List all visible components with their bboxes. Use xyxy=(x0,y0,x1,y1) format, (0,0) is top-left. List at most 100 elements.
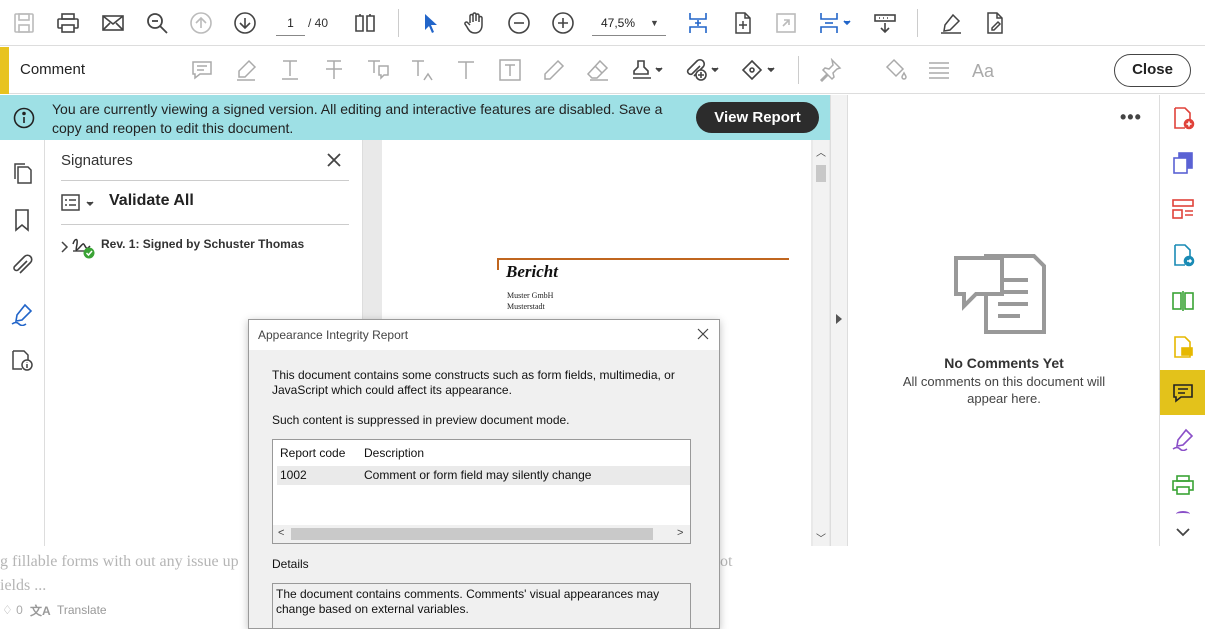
comment-icon[interactable] xyxy=(1171,381,1195,405)
dialog-description: This document contains some constructs s… xyxy=(272,368,675,397)
info-icon xyxy=(13,107,35,129)
comment-accent xyxy=(0,47,9,94)
horizontal-scrollbar[interactable]: < > xyxy=(273,525,690,543)
scroll-mode-icon[interactable] xyxy=(873,11,897,35)
close-icon[interactable] xyxy=(696,327,710,341)
column-header-code[interactable]: Report code xyxy=(280,446,345,460)
close-icon[interactable] xyxy=(325,151,343,169)
signatures-panel-title: Signatures xyxy=(61,152,133,169)
compare-files-icon[interactable] xyxy=(1171,289,1195,313)
signature-panel-icon[interactable] xyxy=(10,302,34,326)
options-menu-icon[interactable] xyxy=(61,193,97,213)
replace-text-icon[interactable] xyxy=(366,58,390,82)
bookmark-icon[interactable] xyxy=(10,208,34,232)
details-label: Details xyxy=(272,557,309,571)
select-arrow-icon[interactable] xyxy=(419,11,443,35)
fit-page-icon[interactable] xyxy=(686,11,710,35)
font-size-icon[interactable]: Aa xyxy=(971,58,999,82)
page-up-icon[interactable] xyxy=(189,11,213,35)
pencil-icon[interactable] xyxy=(542,58,566,82)
details-textbox[interactable]: The document contains comments. Comments… xyxy=(272,583,691,628)
organize-pages-icon[interactable] xyxy=(1171,197,1195,221)
edit-pdf-icon[interactable] xyxy=(983,11,1007,35)
scrollbar-thumb[interactable] xyxy=(816,165,826,182)
signature-revision-item[interactable]: Rev. 1: Signed by Schuster Thomas xyxy=(101,237,304,251)
no-comments-icon xyxy=(952,252,1048,336)
zoom-in-icon[interactable] xyxy=(551,11,575,35)
strikethrough-icon[interactable] xyxy=(322,58,346,82)
rotate-icon[interactable] xyxy=(730,11,754,35)
page-number-input[interactable]: 1 xyxy=(276,12,305,36)
scroll-right-icon[interactable]: > xyxy=(677,527,683,539)
print-icon[interactable] xyxy=(56,11,80,35)
page-down-icon[interactable] xyxy=(233,11,257,35)
report-table[interactable]: Report code Description 1002 Comment or … xyxy=(272,439,691,544)
table-row[interactable]: 1002 Comment or form field may silently … xyxy=(277,466,690,485)
save-icon[interactable] xyxy=(12,11,36,35)
appearance-integrity-dialog: Appearance Integrity Report This documen… xyxy=(248,319,720,629)
comments-panel: ••• No Comments Yet All comments on this… xyxy=(849,95,1159,546)
underline-text-icon[interactable] xyxy=(278,58,302,82)
dialog-titlebar: Appearance Integrity Report xyxy=(249,320,719,350)
svg-text:Aa: Aa xyxy=(972,61,995,81)
insert-text-icon[interactable] xyxy=(410,58,434,82)
chevron-down-icon: ▼ xyxy=(650,18,659,28)
combine-files-icon[interactable] xyxy=(1171,151,1195,175)
add-comment-file-icon[interactable] xyxy=(1171,335,1195,359)
highlight-icon[interactable] xyxy=(234,58,258,82)
dialog-note: Such content is suppressed in preview do… xyxy=(272,413,570,427)
scrollbar-thumb[interactable] xyxy=(291,528,653,540)
signed-version-banner: You are currently viewing a signed versi… xyxy=(0,95,830,140)
report-code-cell: 1002 xyxy=(280,468,307,482)
fill-color-icon[interactable] xyxy=(884,58,908,82)
scroll-down-icon[interactable]: ﹀ xyxy=(816,530,826,545)
column-header-description[interactable]: Description xyxy=(364,446,424,460)
chevron-right-icon xyxy=(835,313,843,325)
hand-icon[interactable] xyxy=(463,11,487,35)
zoom-out-icon[interactable] xyxy=(507,11,531,35)
line-weight-icon[interactable] xyxy=(927,58,951,82)
attach-file-icon[interactable] xyxy=(684,58,720,82)
security-info-icon[interactable] xyxy=(10,348,34,372)
description-cell: Comment or form field may silently chang… xyxy=(364,468,592,482)
main-toolbar: 1 / 40 47,5% ▼ xyxy=(0,0,1205,46)
zoom-search-icon[interactable] xyxy=(145,11,169,35)
page-thumbnails-icon[interactable] xyxy=(10,161,34,185)
shapes-icon[interactable] xyxy=(740,58,776,82)
validate-all-button[interactable]: Validate All xyxy=(109,192,194,210)
zoom-level-select[interactable]: 47,5% ▼ xyxy=(592,12,666,36)
translate-link[interactable]: Translate xyxy=(57,603,107,617)
document-company: Muster GmbH xyxy=(507,291,554,300)
view-report-button[interactable]: View Report xyxy=(696,102,819,133)
more-options-icon[interactable]: ••• xyxy=(1120,107,1142,127)
email-icon[interactable] xyxy=(101,11,125,35)
zoom-level-value: 47,5% xyxy=(601,16,636,30)
text-box-icon[interactable] xyxy=(498,58,522,82)
chevron-down-icon[interactable] xyxy=(1171,521,1195,537)
close-button[interactable]: Close xyxy=(1114,54,1191,87)
fullscreen-icon[interactable] xyxy=(774,11,798,35)
eraser-icon[interactable] xyxy=(586,58,610,82)
export-pdf-icon[interactable] xyxy=(1171,243,1195,267)
pin-icon[interactable] xyxy=(818,58,842,82)
scroll-left-icon[interactable]: < xyxy=(278,527,284,539)
sign-icon[interactable] xyxy=(939,11,963,35)
page-view-icon[interactable] xyxy=(353,11,377,35)
document-heading: Bericht xyxy=(506,262,558,281)
create-pdf-icon[interactable] xyxy=(1171,106,1195,130)
text-comment-icon[interactable] xyxy=(454,58,478,82)
fill-sign-icon[interactable] xyxy=(1171,427,1195,451)
panel-collapse-handle[interactable] xyxy=(830,95,848,546)
like-count[interactable]: ♢ 0 xyxy=(2,603,23,617)
left-navigation-rail xyxy=(0,140,45,546)
scroll-up-icon[interactable]: ︿ xyxy=(816,144,826,159)
stamp-icon[interactable] xyxy=(630,58,664,82)
print-production-icon[interactable] xyxy=(1171,473,1195,497)
no-comments-subtitle: All comments on this document will appea… xyxy=(902,374,1106,406)
page-layout-icon[interactable] xyxy=(818,11,852,35)
sticky-note-icon[interactable] xyxy=(190,58,214,82)
header-rule xyxy=(497,258,789,260)
vertical-scrollbar[interactable]: ︿ ﹀ xyxy=(813,140,829,546)
attachments-icon[interactable] xyxy=(10,254,34,278)
chevron-right-icon[interactable] xyxy=(59,241,69,253)
